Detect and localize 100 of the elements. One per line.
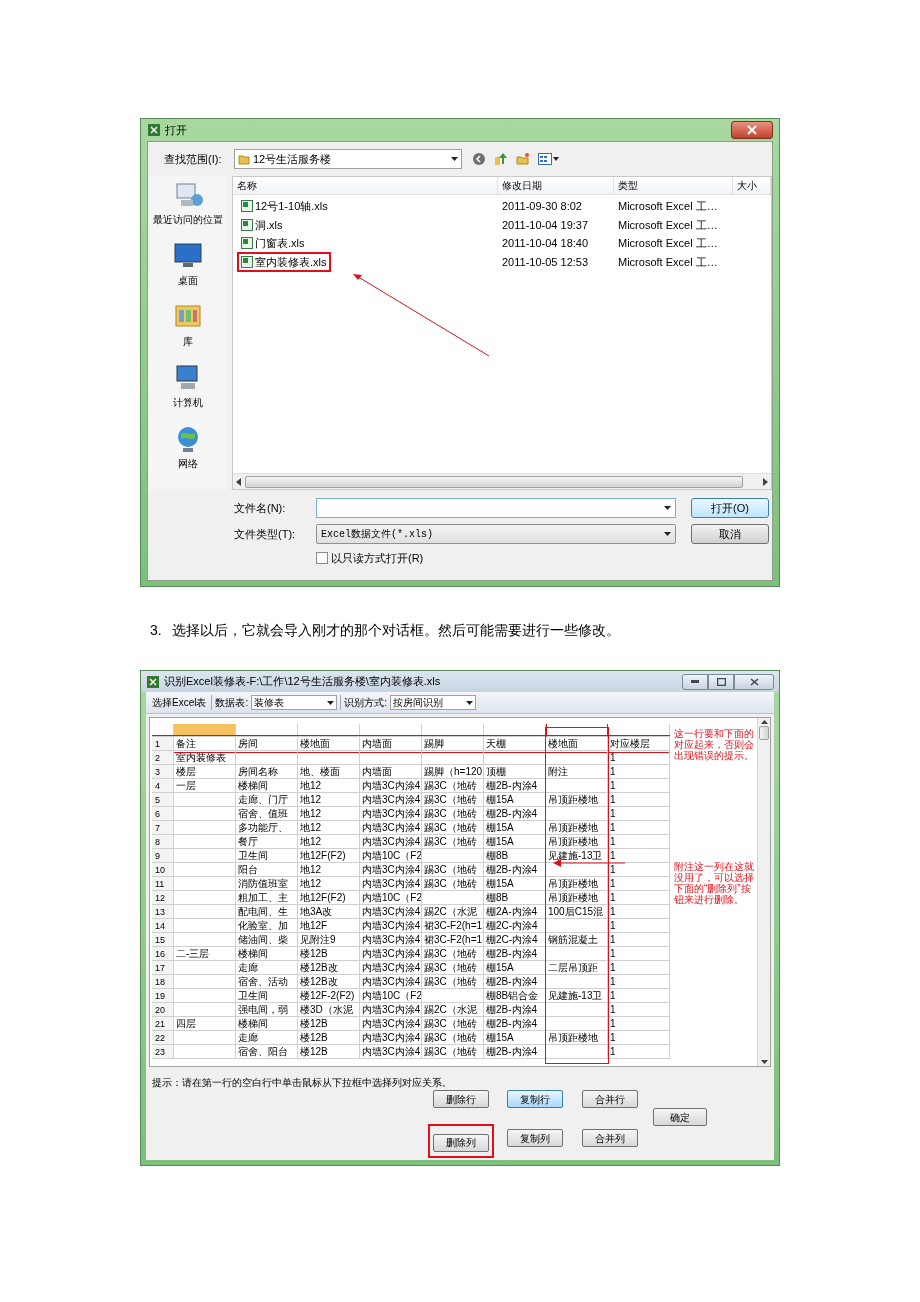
empty-cell [546,779,608,793]
horizontal-scrollbar[interactable] [233,473,771,489]
table-cell: 地12F(F2) [298,849,360,863]
up-folder-button[interactable] [494,151,510,167]
close-button[interactable] [734,673,774,690]
table-cell: 地、楼面 [298,765,360,779]
look-in-label: 查找范围(I): [163,151,223,167]
place-item[interactable]: 桌面 [172,241,203,288]
folder-icon [238,153,250,165]
file-name-label: 文件名(N): [234,500,287,516]
empty-cell [546,807,608,821]
row-number: 22 [152,1031,174,1045]
caret-icon [553,157,559,161]
table-cell: 宿舍、值班 [236,807,298,821]
table-cell: 踢3C（地砖 [422,821,484,835]
action-button[interactable]: 删除行 [433,1090,489,1108]
table-cell: 地12 [298,877,360,891]
action-button[interactable]: 合并列 [582,1129,638,1147]
column-header[interactable]: 类型 [614,177,733,194]
file-item[interactable]: 洞.xls [237,214,287,235]
ok-button[interactable]: 确定 [653,1108,707,1126]
new-folder-button[interactable] [516,151,532,167]
column-header[interactable]: 修改日期 [498,177,614,194]
sheet-label: 数据表: [211,695,249,710]
action-button[interactable]: 复制行 [507,1090,563,1108]
spreadsheet-file-icon [241,255,253,268]
table-cell: 踢3C（地砖 [422,1017,484,1031]
select-sheet-button[interactable]: 选择Excel表 [150,695,209,710]
action-button[interactable]: 复制列 [507,1129,563,1147]
place-item[interactable]: 最近访问的位置 [152,180,223,227]
table-cell: 棚2A-内涂4 [484,905,546,919]
view-menu-button[interactable] [538,151,562,167]
action-button[interactable]: 合并行 [582,1090,638,1108]
cancel-button[interactable]: 取消 [691,524,769,544]
table-cell: 楼层 [174,765,236,779]
close-button[interactable] [731,121,773,139]
table-cell: 踢3C（地砖 [422,779,484,793]
spreadsheet-file-icon [241,218,253,231]
table-cell: 1 [608,975,670,989]
row-number: 15 [152,933,174,947]
read-only-checkbox[interactable] [316,552,328,565]
table-cell: 内墙3C内涂4 [360,835,422,849]
close-icon [747,125,757,135]
table-cell: 踢3C（地砖 [422,793,484,807]
table-cell: 棚2B-内涂4 [484,1003,546,1017]
table-cell: 棚15A [484,793,546,807]
scrollbar-thumb[interactable] [759,726,769,740]
scrollbar-thumb[interactable] [245,475,743,488]
maximize-button[interactable] [708,673,734,690]
column-header[interactable]: 大小 [733,177,771,194]
table-cell: 多功能厅、 [236,821,298,835]
back-button[interactable] [472,151,488,167]
open-button[interactable]: 打开(O) [691,498,769,518]
table-cell: 1 [608,835,670,849]
table-cell: 楼3D（水泥 [298,1003,360,1017]
row-number: 7 [152,821,174,835]
mode-dropdown[interactable]: 按房间识别 [390,695,476,710]
table-cell: 地12F(F2) [298,891,360,905]
empty-cell [546,1017,608,1031]
place-item[interactable]: 库 [172,302,203,349]
file-item[interactable]: 12号1-10轴.xls [237,196,332,217]
file-item[interactable]: 门窗表.xls [237,233,309,254]
table-cell: 内墙3C内涂4 [360,1031,422,1045]
sheet-dropdown[interactable]: 装修表 [251,695,338,710]
table-cell: 走廊 [236,1031,298,1045]
table-cell: 化验室、加 [236,919,298,933]
empty-cell [546,1045,608,1059]
table-cell: 踢3C（地砖 [422,835,484,849]
column-header[interactable] [546,724,608,737]
table-cell: 钢筋混凝土 [546,933,608,947]
place-item[interactable]: 网络 [172,424,203,471]
file-item[interactable]: 室内装修表.xls [237,251,331,272]
row-number: 18 [152,975,174,989]
empty-cell [360,751,422,765]
file-type-dropdown[interactable]: Excel数据文件(*.xls) [316,524,676,544]
row-number: 4 [152,779,174,793]
table-cell: 楼12B改 [298,961,360,975]
empty-cell [546,1003,608,1017]
table-cell: 楼梯间 [236,947,298,961]
place-item[interactable]: 计算机 [172,363,203,410]
table-cell: 1 [608,821,670,835]
table-cell: 楼12B [298,1045,360,1059]
table-cell: 1 [608,1045,670,1059]
table-cell: 棚2C-内涂4 [484,933,546,947]
vertical-scrollbar[interactable] [757,718,770,1066]
empty-cell [422,989,484,1003]
location-dropdown[interactable]: 12号生活服务楼 [234,149,462,169]
table-cell: 内墙3C内涂4 [360,975,422,989]
action-button[interactable]: 删除列 [433,1133,489,1152]
annotation-text: 这一行要和下面的对应起来，否则会出现错误的提示。 [674,728,755,761]
file-name-input[interactable] [316,498,676,518]
table-cell: 配电间、生 [236,905,298,919]
row-number: 13 [152,905,174,919]
row-number: 14 [152,919,174,933]
table-cell: 内墙10C（F2 [360,989,422,1003]
new-folder-icon [516,152,530,166]
date-cell-text: 2011-10-04 19:37 [501,217,590,233]
table-cell: 内墙面 [360,737,422,751]
column-header[interactable]: 名称 [233,177,498,194]
minimize-button[interactable] [682,673,708,690]
